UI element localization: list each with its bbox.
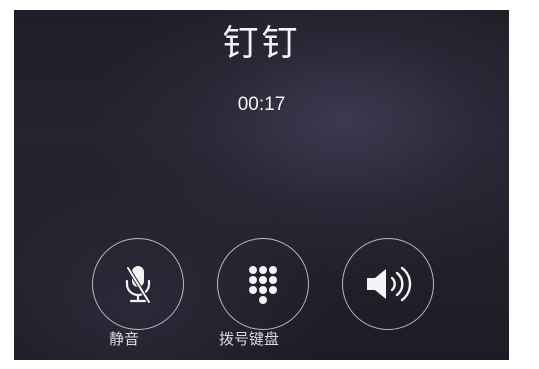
caller-name: 钉钉 [222,23,301,64]
call-timer: 00:17 [237,94,286,115]
speaker-volume-icon [363,264,413,304]
speaker-button[interactable] [342,238,434,330]
keypad-grid-icon [243,264,283,304]
mute-button[interactable] [92,238,184,330]
keypad-button[interactable] [217,238,309,330]
microphone-muted-icon [118,262,158,306]
mute-label: 静音 [108,330,139,348]
keypad-label: 拨号键盘 [218,330,279,348]
call-screen: 钉钉 00:17 [14,10,509,360]
page: 钉钉 00:17 静音 拨号键盘 [0,0,539,369]
